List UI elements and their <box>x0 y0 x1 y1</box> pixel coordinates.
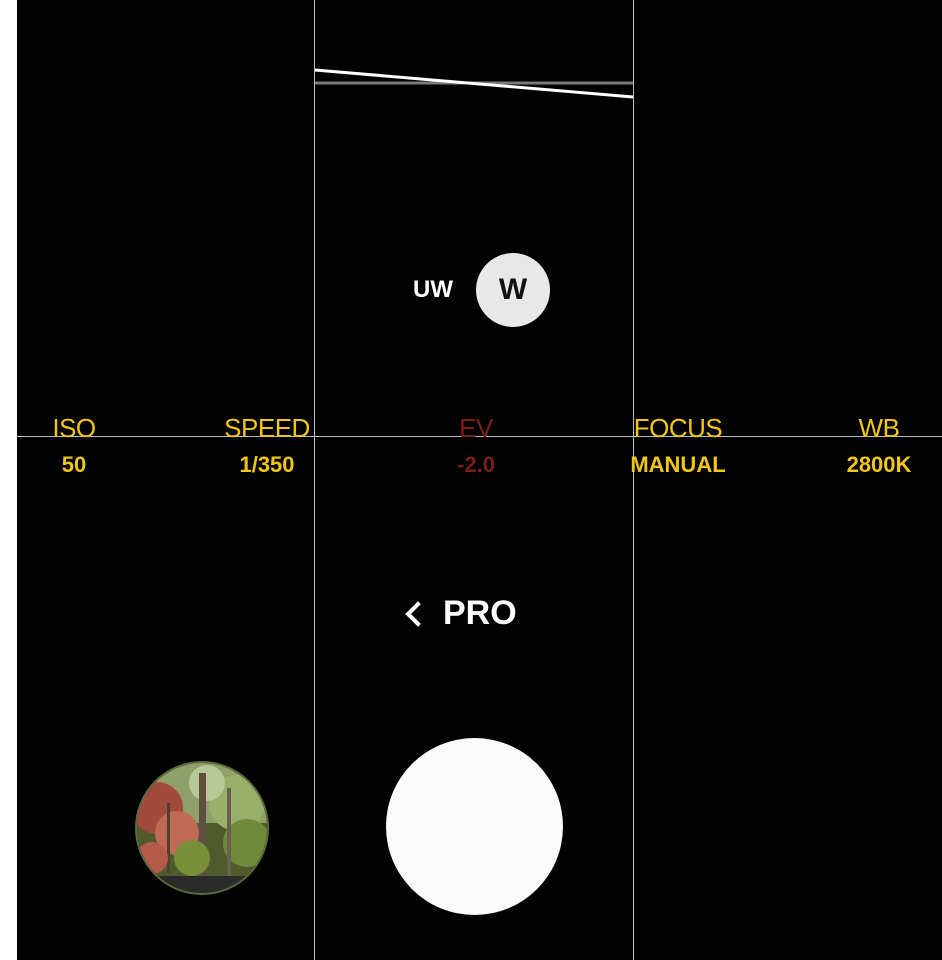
pro-param-value: 50 <box>61 452 87 477</box>
shutter-button[interactable] <box>386 738 563 915</box>
level-indicator <box>315 68 633 99</box>
pro-param-wb[interactable]: WB 2800K <box>809 413 942 479</box>
pro-param-label: EV <box>459 413 493 443</box>
lens-switcher: UW W <box>397 252 597 328</box>
gallery-thumbnail[interactable] <box>135 761 269 895</box>
gallery-thumbnail-image <box>137 763 267 893</box>
pro-param-value: 1/350 <box>239 452 295 477</box>
mode-selector-button[interactable]: PRO <box>403 594 517 633</box>
pro-param-value: -2.0 <box>457 452 495 477</box>
camera-viewfinder[interactable]: UW W ISO 50 SPEED 1/350 EV -2.0 FOCUS MA… <box>17 0 942 960</box>
pro-param-value: 2800K <box>846 452 912 477</box>
mode-label: PRO <box>443 594 517 632</box>
pro-param-label: SPEED <box>224 413 310 443</box>
pro-param-speed[interactable]: SPEED 1/350 <box>197 413 337 479</box>
chevron-left-icon <box>405 600 431 627</box>
pro-param-iso[interactable]: ISO 50 <box>17 413 144 479</box>
lens-ultra-wide-button[interactable]: UW <box>413 276 453 304</box>
pro-param-label: WB <box>858 413 900 443</box>
lens-wide-label: W <box>498 273 528 306</box>
pro-param-label: ISO <box>52 413 96 443</box>
pro-param-ev[interactable]: EV -2.0 <box>406 413 546 479</box>
pro-param-value: MANUAL <box>630 452 726 477</box>
pro-param-label: FOCUS <box>633 413 723 443</box>
pro-param-focus[interactable]: FOCUS MANUAL <box>608 413 748 479</box>
grid-line-vertical-2 <box>633 0 634 960</box>
grid-line-vertical-1 <box>314 0 315 960</box>
lens-wide-button[interactable]: W <box>476 253 550 327</box>
